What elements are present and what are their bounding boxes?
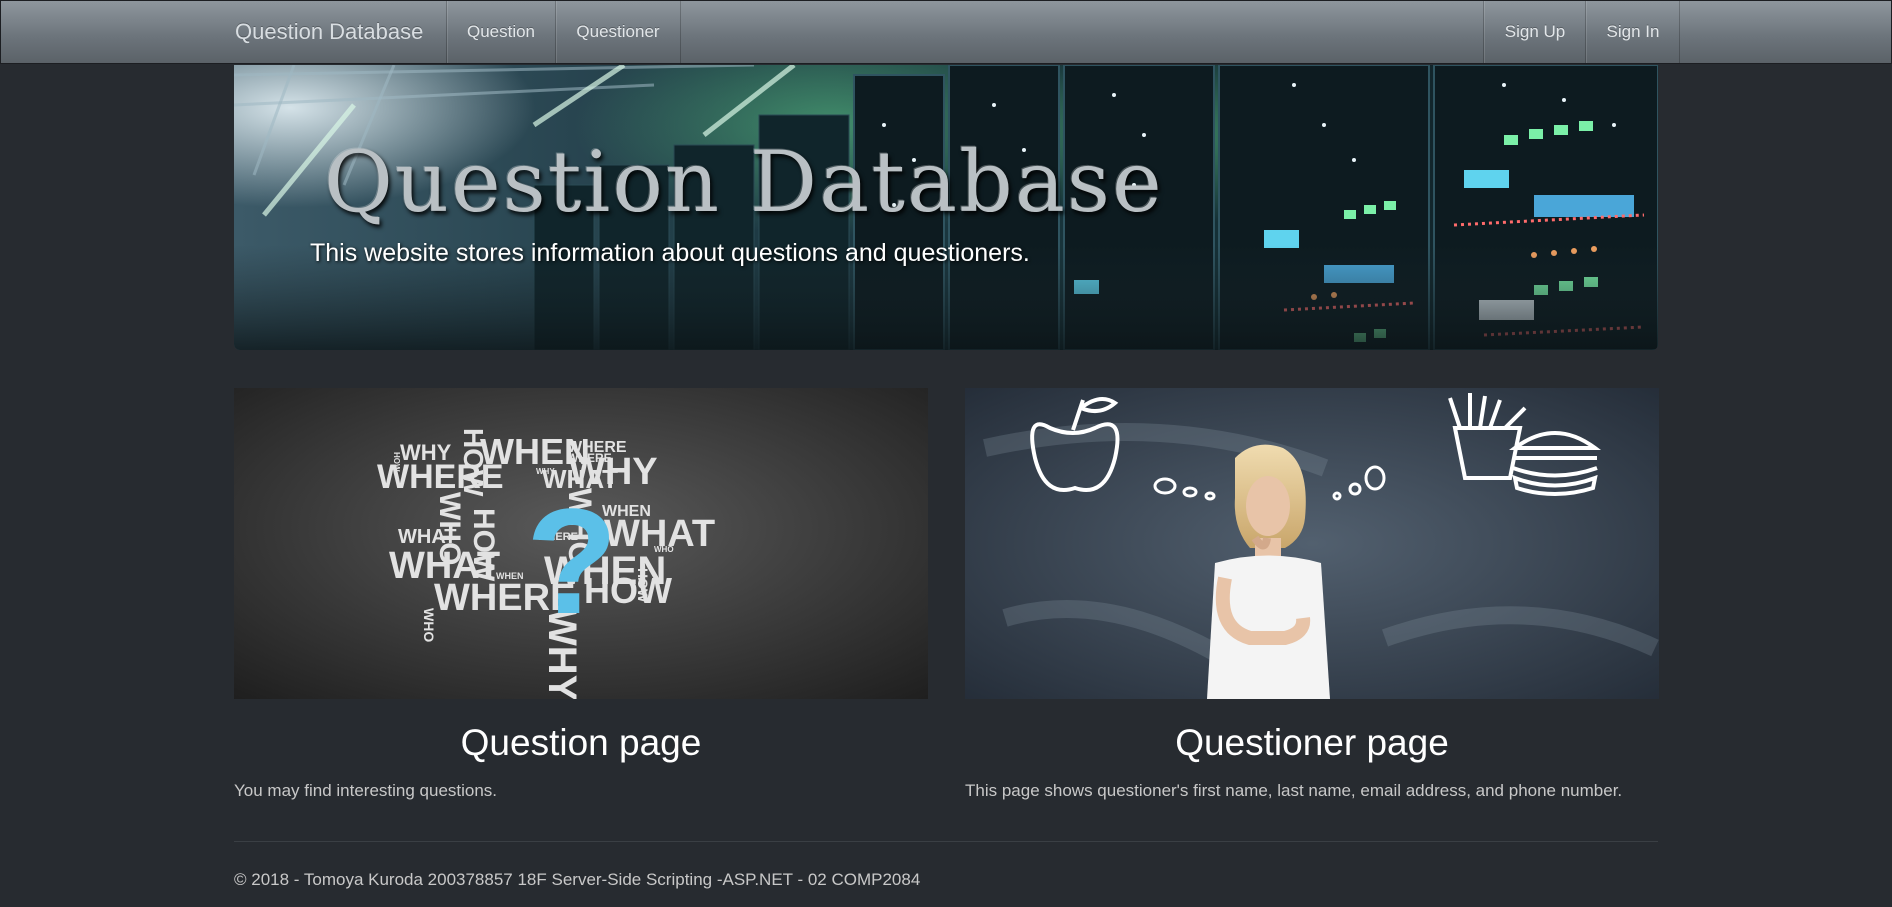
nav-item-sign-up[interactable]: Sign Up <box>1483 1 1586 63</box>
nav-divider <box>680 1 681 63</box>
footer-copyright: © 2018 - Tomoya Kuroda 200378857 18F Ser… <box>234 870 921 889</box>
nav-divider <box>1679 1 1680 63</box>
cloud-word: HOW <box>392 452 401 472</box>
hero-title: Question Database <box>324 133 1164 231</box>
top-navbar: Question Database Question Questioner Si… <box>0 0 1892 64</box>
cloud-word: WHERE <box>567 451 612 465</box>
nav-item-question[interactable]: Question <box>446 1 555 63</box>
nav-item-questioner[interactable]: Questioner <box>555 1 680 63</box>
questioner-card-image[interactable] <box>965 388 1659 699</box>
brand-link[interactable]: Question Database <box>235 1 423 63</box>
nav-item-sign-in[interactable]: Sign In <box>1585 1 1680 63</box>
question-card-text: You may find interesting questions. <box>234 781 498 800</box>
footer-divider <box>234 841 1658 842</box>
question-card-title[interactable]: Question page <box>234 722 928 764</box>
question-word-cloud-image: WHY HOWWHENWHEREWHYWHEREWHOWHATWHATWHOWHE… <box>234 388 928 699</box>
questioner-card-text: This page shows questioner's first name,… <box>965 781 1623 800</box>
hero-subtitle: This website stores information about qu… <box>310 239 1030 267</box>
thinking-woman-image <box>965 388 1659 699</box>
question-mark-icon: ? <box>526 477 618 645</box>
question-card-image[interactable]: WHY HOW WHEN WHERE WHY WHERE WHO WHAT WHAT WHO WHE… <box>234 388 928 699</box>
cloud-word: WHO <box>654 545 674 554</box>
hero-banner: Question Database This website stores in… <box>234 65 1658 350</box>
cloud-word: HOW <box>467 508 500 582</box>
questioner-card-title[interactable]: Questioner page <box>965 722 1659 764</box>
